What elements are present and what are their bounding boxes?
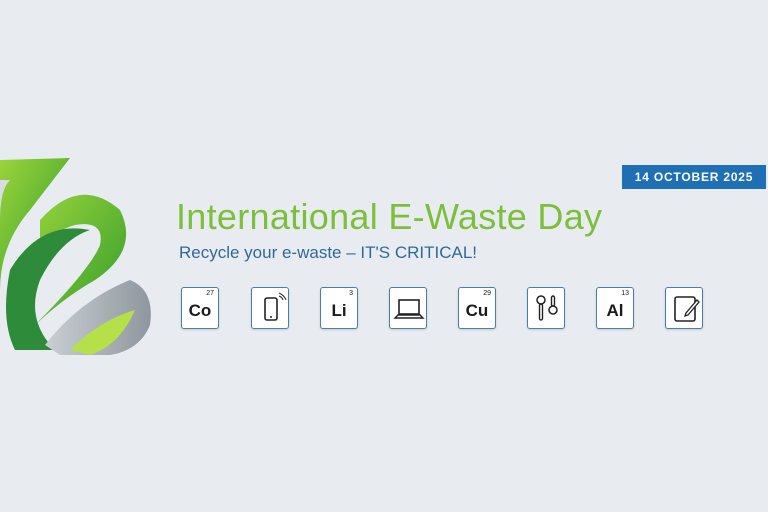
laptop-icon: [393, 299, 425, 319]
atomic-number: 27: [206, 290, 214, 297]
tile-smartphone: [251, 287, 289, 329]
tile-laptop: [389, 287, 427, 329]
element-symbol: Li: [331, 301, 347, 320]
element-symbol: Al: [606, 301, 624, 320]
element-tile-lithium: 3 Li: [320, 287, 358, 329]
tile-tablet-pen: [665, 287, 703, 329]
atomic-number: 3: [349, 290, 353, 297]
date-badge: 14 OCTOBER 2025: [622, 165, 766, 189]
earbuds-icon: [536, 295, 558, 321]
element-symbol: Co: [188, 301, 212, 320]
tagline: Recycle your e-waste – IT'S CRITICAL!: [179, 243, 477, 262]
e-waste-day-banner: 14 OCTOBER 2025 International E-Waste Da…: [0, 0, 768, 512]
element-tile-row: 27 Co 3 Li 29 Cu 13 Al: [181, 287, 711, 333]
page-title: International E-Waste Day: [176, 196, 603, 237]
element-tile-aluminium: 13 Al: [596, 287, 634, 329]
atomic-number: 29: [483, 290, 491, 297]
element-tile-copper: 29 Cu: [458, 287, 496, 329]
element-symbol: Cu: [465, 301, 489, 320]
tile-earbuds: [527, 287, 565, 329]
e-waste-logo-icon: [0, 158, 151, 355]
atomic-number: 13: [621, 290, 629, 297]
smartphone-icon: [264, 292, 287, 321]
tablet-pen-icon: [674, 296, 700, 322]
element-tile-cobalt: 27 Co: [181, 287, 219, 329]
